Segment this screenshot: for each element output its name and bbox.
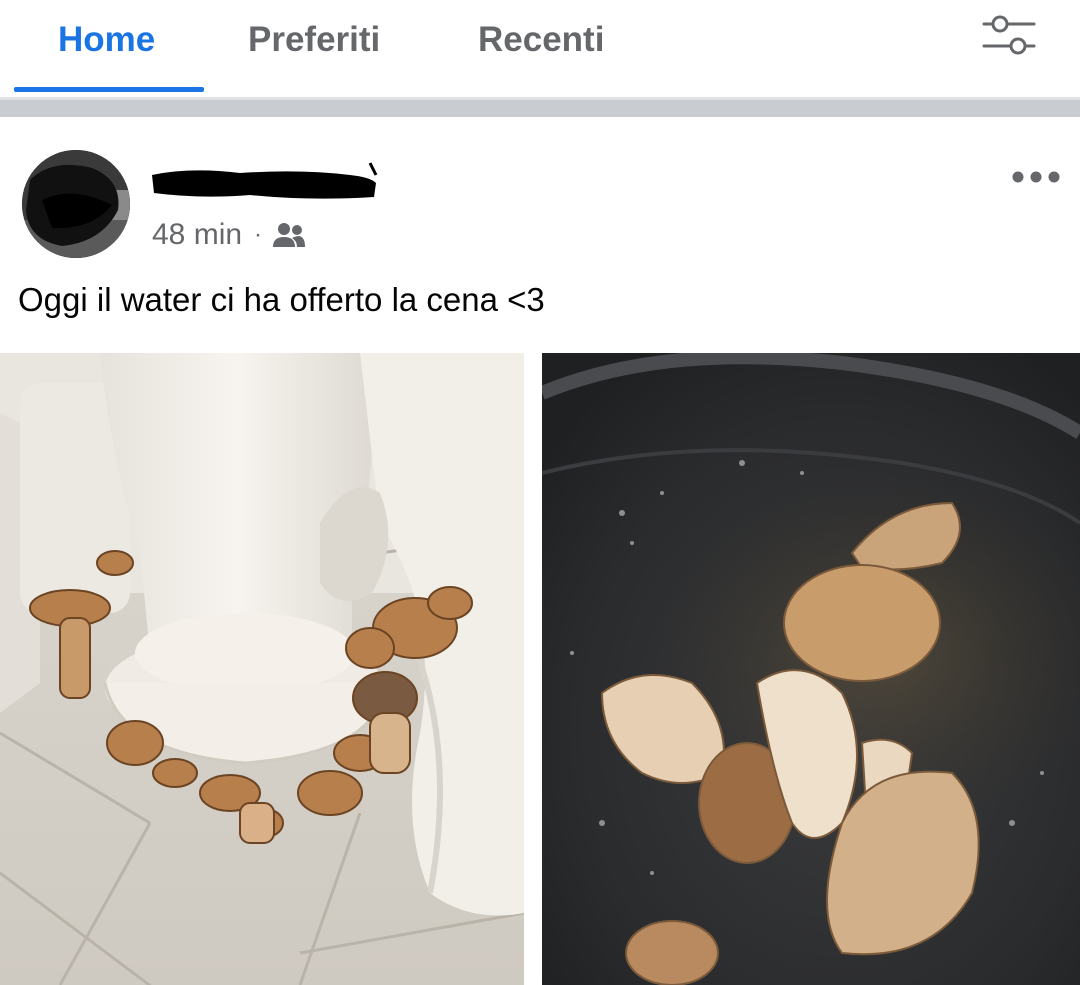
toilet-photo xyxy=(0,353,524,985)
post-timestamp[interactable]: 48 min xyxy=(152,218,242,252)
friends-icon[interactable] xyxy=(272,221,306,249)
app-screen: Home Preferiti Recenti 48 min · Oggi il … xyxy=(0,0,1080,985)
top-tab-bar: Home Preferiti Recenti xyxy=(0,0,1080,96)
post-meta: 48 min · xyxy=(152,213,306,257)
redaction-scribble xyxy=(152,162,378,199)
more-horizontal-icon xyxy=(1012,171,1060,183)
filter-button[interactable] xyxy=(976,12,1042,62)
pan-photo xyxy=(542,353,1080,985)
post-text: Oggi il water ci ha offerto la cena <3 xyxy=(18,281,545,318)
feed-separator xyxy=(0,97,1080,117)
tab-home[interactable]: Home xyxy=(58,14,155,66)
active-tab-indicator xyxy=(14,87,204,92)
author-avatar[interactable] xyxy=(22,150,130,258)
feed-post: 48 min · Oggi il water ci ha offerto la … xyxy=(0,117,1080,985)
tab-recenti[interactable]: Recenti xyxy=(478,14,604,66)
tab-preferiti[interactable]: Preferiti xyxy=(248,14,380,66)
meta-separator: · xyxy=(254,221,263,248)
post-more-button[interactable] xyxy=(1008,159,1064,195)
author-name[interactable] xyxy=(150,161,378,205)
post-photo-2[interactable] xyxy=(542,353,1080,985)
post-photo-1[interactable] xyxy=(0,353,524,985)
avatar-image xyxy=(22,150,130,258)
sliders-icon xyxy=(982,15,1036,55)
